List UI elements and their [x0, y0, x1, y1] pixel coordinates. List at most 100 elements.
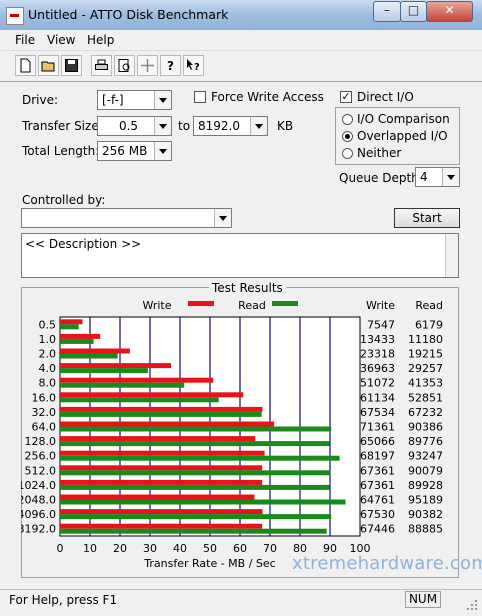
description-box[interactable]: << Description >> — [21, 233, 459, 278]
app-icon — [6, 7, 24, 25]
direct-io-checkbox[interactable]: ✓ — [340, 91, 352, 103]
read-value: 89928 — [408, 479, 443, 492]
context-help-icon[interactable]: ? — [183, 55, 204, 76]
force-write-label: Force Write Access — [211, 90, 324, 104]
print-preview-icon[interactable] — [114, 55, 135, 76]
queue-depth-select[interactable]: 4 — [415, 167, 460, 187]
write-value: 13433 — [360, 333, 395, 346]
read-value: 41353 — [408, 377, 443, 390]
transfer-from-select[interactable]: 0.5 — [97, 116, 172, 136]
read-value: 52851 — [408, 391, 443, 404]
overlapped-io-radio[interactable] — [342, 131, 353, 142]
resize-grip-icon[interactable] — [466, 599, 478, 611]
write-value: 67534 — [360, 406, 395, 419]
chevron-down-icon[interactable] — [214, 209, 231, 227]
write-value: 7547 — [367, 318, 395, 331]
y-tick-label: 4096.0 — [21, 508, 56, 521]
write-bar — [60, 509, 263, 515]
total-length-select[interactable]: 256 MB — [97, 141, 172, 161]
kb-label: KB — [277, 119, 294, 133]
close-button[interactable]: ✕ — [426, 1, 473, 22]
drive-select[interactable]: [-f-] — [97, 90, 172, 110]
x-tick-label: 40 — [173, 542, 187, 555]
write-bar — [60, 479, 263, 485]
write-value: 65066 — [360, 435, 395, 448]
svg-text:?: ? — [194, 62, 200, 73]
read-bar — [60, 338, 94, 344]
read-bar — [60, 514, 332, 520]
legend-read-label: Read — [238, 299, 266, 312]
write-bar — [60, 465, 263, 471]
read-value: 95189 — [408, 494, 443, 507]
read-bar — [60, 411, 262, 417]
chevron-down-icon[interactable] — [250, 117, 267, 135]
x-tick-label: 50 — [203, 542, 217, 555]
neither-radio[interactable] — [342, 148, 353, 159]
y-tick-label: 8.0 — [39, 377, 57, 390]
controlled-by-select[interactable] — [21, 208, 232, 228]
y-tick-label: 4.0 — [39, 362, 57, 375]
read-bar — [60, 441, 330, 447]
write-column-header: Write — [366, 299, 395, 312]
chevron-down-icon[interactable] — [154, 142, 171, 160]
transfer-size-label: Transfer Size: — [22, 119, 103, 133]
read-bar — [60, 455, 340, 461]
description-scrollbar[interactable] — [445, 234, 458, 277]
write-bar — [60, 436, 256, 442]
force-write-checkbox[interactable] — [194, 91, 206, 103]
chevron-down-icon[interactable] — [154, 91, 171, 109]
transfer-to-value: 8192.0 — [198, 119, 240, 133]
read-value: 29257 — [408, 362, 443, 375]
y-tick-label: 256.0 — [25, 450, 57, 463]
y-tick-label: 1024.0 — [21, 479, 56, 492]
write-value: 51072 — [360, 377, 395, 390]
read-bar — [60, 470, 331, 476]
minimize-button[interactable]: – — [373, 1, 401, 22]
write-value: 67361 — [360, 479, 395, 492]
chevron-down-icon[interactable] — [442, 168, 459, 186]
menu-view[interactable]: View — [47, 33, 75, 47]
y-tick-label: 512.0 — [25, 464, 57, 477]
menu-help[interactable]: Help — [87, 33, 114, 47]
read-bar — [60, 368, 148, 374]
y-tick-label: 2.0 — [39, 348, 57, 361]
maximize-button[interactable]: □ — [400, 1, 427, 22]
results-chart: 0 10 20 30 40 50 60 70 80 90 100Transfer Rate - MB… — [21, 299, 443, 570]
save-icon[interactable] — [61, 55, 82, 76]
x-axis-label: Transfer Rate - MB / Sec — [143, 557, 275, 570]
transfer-from-value: 0.5 — [118, 119, 139, 133]
print-icon[interactable] — [91, 55, 112, 76]
drive-value: [-f-] — [102, 93, 124, 107]
total-length-label: Total Length: — [22, 144, 100, 158]
write-bar — [60, 377, 214, 383]
io-comparison-label: I/O Comparison — [357, 112, 450, 126]
status-text: For Help, press F1 — [9, 593, 118, 607]
chevron-down-icon[interactable] — [154, 117, 171, 135]
read-value: 90382 — [408, 508, 443, 521]
x-tick-label: 70 — [263, 542, 277, 555]
start-button[interactable]: Start — [394, 208, 460, 228]
x-tick-label: 60 — [233, 542, 247, 555]
y-tick-label: 2048.0 — [21, 494, 56, 507]
x-tick-label: 30 — [143, 542, 157, 555]
write-bar — [60, 392, 244, 398]
read-value: 93247 — [408, 450, 443, 463]
new-icon[interactable] — [15, 55, 36, 76]
move-icon[interactable] — [137, 55, 158, 76]
read-value: 11180 — [408, 333, 443, 346]
open-icon[interactable] — [38, 55, 59, 76]
drive-label: Drive: — [22, 93, 59, 107]
y-tick-label: 128.0 — [25, 435, 57, 448]
y-tick-label: 32.0 — [32, 406, 57, 419]
legend-write-label: Write — [142, 299, 171, 312]
read-value: 6179 — [415, 318, 443, 331]
write-value: 71361 — [360, 421, 395, 434]
io-comparison-radio[interactable] — [342, 114, 353, 125]
transfer-to-select[interactable]: 8192.0 — [193, 116, 268, 136]
help-icon[interactable]: ? — [160, 55, 181, 76]
read-value: 88885 — [408, 523, 443, 536]
write-bar — [60, 494, 255, 500]
legend-write-swatch — [188, 301, 214, 306]
menu-file[interactable]: File — [15, 33, 35, 47]
write-value: 23318 — [360, 348, 395, 361]
